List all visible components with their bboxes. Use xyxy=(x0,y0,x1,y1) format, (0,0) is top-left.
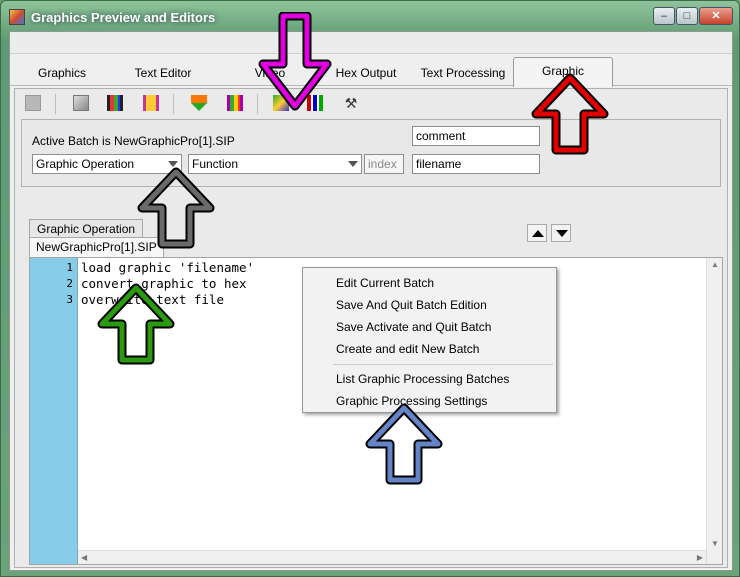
blue-up-arrow-icon xyxy=(365,403,443,485)
film-strip-icon[interactable] xyxy=(107,95,123,111)
menu-item-save-quit-batch[interactable]: Save And Quit Batch Edition xyxy=(336,298,487,312)
context-menu: Edit Current Batch Save And Quit Batch E… xyxy=(302,267,557,413)
scroll-left-icon[interactable]: ◀ xyxy=(81,553,87,562)
arrow-outline xyxy=(258,12,332,111)
scroll-down-icon[interactable]: ▼ xyxy=(711,539,719,548)
window-title: Graphics Preview and Editors xyxy=(31,10,216,25)
menu-item-edit-current-batch[interactable]: Edit Current Batch xyxy=(336,276,434,290)
menu-item-create-new-batch[interactable]: Create and edit New Batch xyxy=(336,342,479,356)
magenta-down-arrow-icon xyxy=(258,12,332,111)
move-up-button[interactable] xyxy=(527,224,547,242)
line-number-gutter: 1 2 3 xyxy=(30,258,78,564)
line-number: 2 xyxy=(66,277,73,290)
graphic-operation-header[interactable]: Graphic Operation xyxy=(29,219,144,239)
toolbar-separator xyxy=(55,94,56,114)
close-button[interactable]: ✕ xyxy=(699,7,733,25)
chevron-down-icon xyxy=(348,161,358,167)
tab-graphics[interactable]: Graphics xyxy=(18,62,106,86)
maximize-button[interactable]: □ xyxy=(676,7,698,25)
move-down-button[interactable] xyxy=(551,224,571,242)
arrow-stroke xyxy=(99,285,173,363)
red-up-arrow-icon xyxy=(531,73,609,155)
tab-text-editor[interactable]: Text Editor xyxy=(110,62,216,86)
arrow-stroke xyxy=(533,75,607,153)
tools-icon[interactable]: ⚒ xyxy=(343,95,359,111)
gray-up-arrow-icon xyxy=(137,167,215,249)
app-icon xyxy=(9,9,25,25)
comment-field[interactable]: comment xyxy=(412,126,540,146)
tab-text-processing[interactable]: Text Processing xyxy=(414,62,512,86)
toolbar: ⚒ xyxy=(15,89,727,119)
scroll-right-icon[interactable]: ▶ xyxy=(697,553,703,562)
menu-separator xyxy=(333,364,553,365)
arrow-stroke xyxy=(139,169,213,247)
triangle-up-icon xyxy=(532,230,544,237)
disabled-block-icon[interactable] xyxy=(25,95,41,111)
index-field[interactable]: index xyxy=(364,154,404,174)
code-line[interactable]: load graphic 'filename' xyxy=(81,260,254,275)
toolbar-separator xyxy=(173,94,174,114)
menu-item-list-batches[interactable]: List Graphic Processing Batches xyxy=(336,372,509,386)
menu-strip xyxy=(10,32,732,54)
graphic-operation-value: Graphic Operation xyxy=(36,157,135,171)
active-batch-label: Active Batch is NewGraphicPro[1].SIP xyxy=(32,134,235,148)
title-bar[interactable]: Graphics Preview and Editors – □ ✕ xyxy=(1,1,739,33)
minimize-button[interactable]: – xyxy=(653,7,675,25)
arrow-stroke xyxy=(367,405,441,483)
tab-hex-output[interactable]: Hex Output xyxy=(322,62,410,86)
scroll-up-icon[interactable]: ▲ xyxy=(711,260,719,269)
download-arrow-icon[interactable] xyxy=(191,95,207,111)
line-number: 3 xyxy=(66,293,73,306)
triangle-down-icon xyxy=(556,230,568,237)
vertical-scrollbar[interactable]: ▲ ▼ xyxy=(706,258,722,564)
film-strip-yellow-icon[interactable] xyxy=(143,95,159,111)
filename-field[interactable]: filename xyxy=(412,154,540,174)
main-tabs: Graphics Text Editor Video Hex Output Te… xyxy=(10,56,732,104)
menu-item-save-activate-quit[interactable]: Save Activate and Quit Batch xyxy=(336,320,491,334)
film-strip-purple-icon[interactable] xyxy=(227,95,243,111)
green-up-arrow-icon xyxy=(97,283,175,365)
horizontal-scrollbar[interactable]: ◀ ▶ xyxy=(78,550,706,564)
batch-options-group: Active Batch is NewGraphicPro[1].SIP Gra… xyxy=(21,119,721,187)
line-number: 1 xyxy=(66,261,73,274)
stop-icon[interactable] xyxy=(73,95,89,111)
